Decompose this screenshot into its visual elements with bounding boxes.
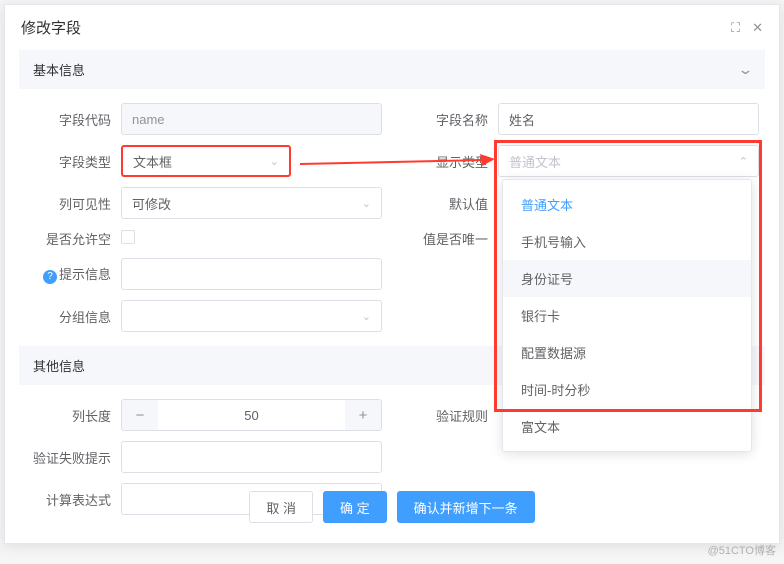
modal-title: 修改字段 (21, 17, 81, 38)
watermark: @51CTO博客 (708, 542, 776, 558)
label-display-type: 显示类型 (402, 152, 498, 171)
label-hint: ?提示信息 (25, 264, 121, 284)
section-basic-header[interactable]: 基本信息 ⌄ (19, 50, 765, 89)
hint-input[interactable] (121, 258, 382, 290)
dropdown-option[interactable]: 手机号输入 (503, 223, 751, 260)
chevron-down-icon: ⌄ (362, 310, 371, 323)
group-select[interactable]: ⌄ (121, 300, 382, 332)
label-field-code: 字段代码 (25, 110, 121, 129)
label-group: 分组信息 (25, 307, 121, 326)
dropdown-option[interactable]: 普通文本 (503, 186, 751, 223)
chevron-down-icon: ⌄ (737, 62, 753, 78)
field-type-select[interactable]: 文本框 ⌄ (121, 145, 291, 177)
display-type-select[interactable]: 普通文本 ⌃ (498, 145, 759, 177)
close-icon[interactable]: ✕ (752, 20, 763, 36)
dropdown-option[interactable]: 身份证号 (503, 260, 751, 297)
cancel-button[interactable]: 取 消 (249, 491, 313, 523)
dropdown-option[interactable]: 银行卡 (503, 297, 751, 334)
col-visible-select[interactable]: 可修改 ⌄ (121, 187, 382, 219)
stepper-increase-button[interactable]: + (345, 400, 381, 430)
field-code-input: name (121, 103, 382, 135)
chevron-down-icon: ⌄ (270, 155, 279, 168)
dropdown-option[interactable]: 富文本 (503, 408, 751, 445)
label-validate-fail: 验证失败提示 (25, 448, 121, 467)
dropdown-option[interactable]: 时间-时分秒 (503, 371, 751, 408)
allow-empty-checkbox[interactable] (121, 230, 135, 244)
label-col-visible: 列可见性 (25, 194, 121, 213)
modal-header: 修改字段 ⛶ ✕ (5, 5, 779, 50)
chevron-up-icon: ⌃ (739, 155, 748, 168)
label-field-type: 字段类型 (25, 152, 121, 171)
label-allow-empty: 是否允许空 (25, 229, 121, 248)
modal-footer: 取 消 确 定 确认并新增下一条 (5, 481, 779, 533)
label-col-length: 列长度 (25, 406, 121, 425)
fullscreen-icon[interactable]: ⛶ (731, 20, 740, 36)
confirm-button[interactable]: 确 定 (323, 491, 387, 523)
label-value-unique: 值是否唯一 (402, 229, 498, 248)
dropdown-option[interactable]: 配置数据源 (503, 334, 751, 371)
label-field-name: 字段名称 (402, 110, 498, 129)
label-default-value: 默认值 (402, 194, 498, 213)
validate-fail-input[interactable] (121, 441, 382, 473)
chevron-down-icon: ⌄ (362, 197, 371, 210)
field-name-input[interactable]: 姓名 (498, 103, 759, 135)
display-type-dropdown: 普通文本手机号输入身份证号银行卡配置数据源时间-时分秒富文本 (502, 179, 752, 452)
stepper-decrease-button[interactable]: − (122, 400, 158, 430)
col-length-stepper[interactable]: − 50 + (121, 399, 382, 431)
confirm-next-button[interactable]: 确认并新增下一条 (397, 491, 535, 523)
label-validate-rule: 验证规则 (402, 406, 498, 425)
help-icon[interactable]: ? (43, 270, 57, 284)
